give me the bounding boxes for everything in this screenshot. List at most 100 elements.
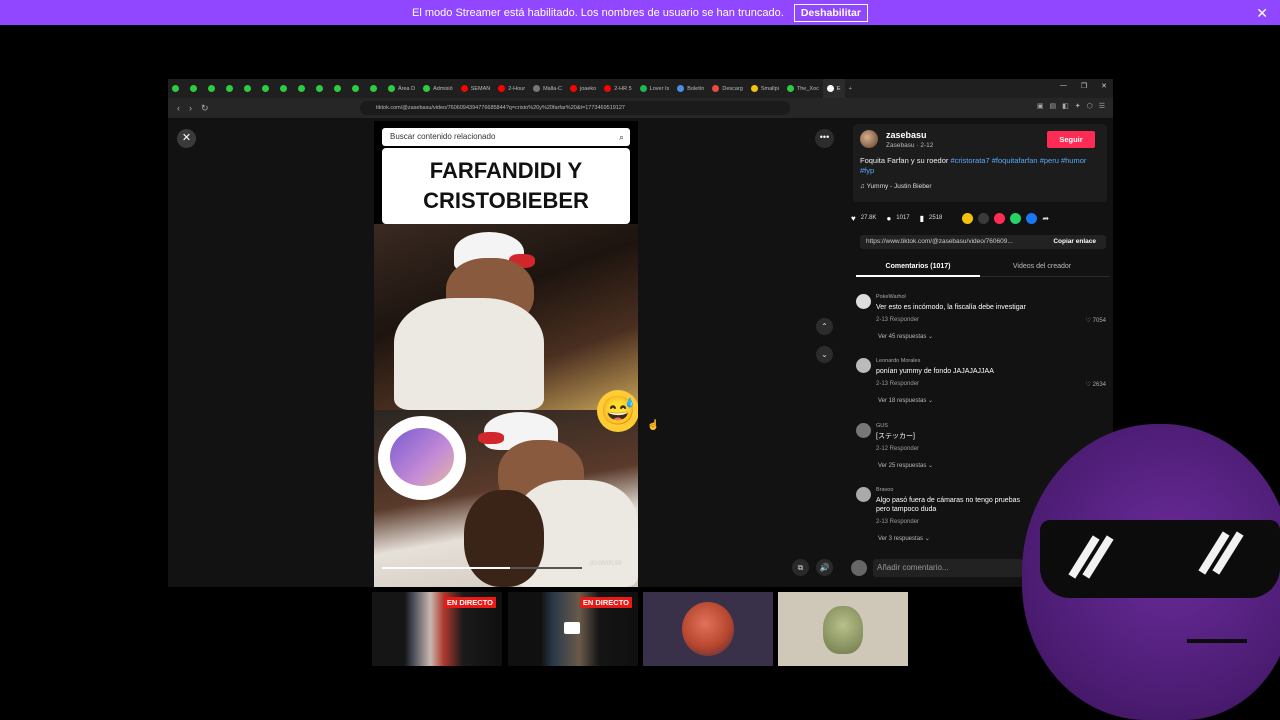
browser-tab[interactable] <box>168 79 186 98</box>
comment-avatar[interactable] <box>856 358 871 373</box>
tab-comments[interactable]: Comentarios (1017) <box>856 258 980 277</box>
save-action[interactable]: ▮ 2518 <box>920 214 943 223</box>
comment-likes[interactable]: ♡ 7054 <box>1086 317 1106 324</box>
browser-tab[interactable] <box>294 79 312 98</box>
reload-icon[interactable]: ↻ <box>201 103 209 114</box>
comment-user[interactable]: Bravoo <box>876 487 893 493</box>
new-tab-button[interactable]: + <box>845 79 856 98</box>
comment-likes[interactable]: ♡ 2634 <box>1086 381 1106 388</box>
browser-tab[interactable] <box>348 79 366 98</box>
browser-tab[interactable]: Malla-C <box>529 79 566 98</box>
browser-tab[interactable] <box>276 79 294 98</box>
stream-thumbnail-1[interactable]: EN DIRECTO <box>372 592 502 666</box>
follow-button[interactable]: Seguir <box>1047 131 1095 148</box>
share-arrow-icon[interactable]: ➦ <box>1042 214 1049 223</box>
share-option-icon[interactable] <box>994 212 1006 224</box>
share-option-icon[interactable] <box>962 212 974 224</box>
disable-streamer-mode-button[interactable]: Deshabilitar <box>793 3 868 22</box>
participant-avatar-2[interactable] <box>778 592 908 666</box>
view-replies[interactable]: Ver 18 respuestas ⌄ <box>878 397 933 404</box>
comment-user[interactable]: GUS <box>876 423 888 429</box>
music-label[interactable]: ♫ Yummy - Justin Bieber <box>860 183 932 190</box>
comment-user[interactable]: PokeWarhol <box>876 294 906 300</box>
tab-creator-videos[interactable]: Videos del creador <box>980 258 1104 275</box>
share-option-icon[interactable] <box>1026 212 1038 224</box>
browser-tab[interactable] <box>240 79 258 98</box>
extension-icon[interactable]: ▣ <box>1037 102 1044 110</box>
tab-favicon-icon <box>316 85 323 92</box>
participant-avatar-1[interactable] <box>643 592 773 666</box>
close-video-button[interactable]: ✕ <box>177 129 196 148</box>
volume-icon[interactable]: 🔊 <box>816 559 833 576</box>
creator-username[interactable]: zasebasu <box>886 130 927 140</box>
comment-avatar[interactable] <box>856 423 871 438</box>
shared-screen: Área D Admisió SEMAN 2-Hour Malla-C joaeko 2-H… <box>168 79 1113 587</box>
share-option-icon[interactable] <box>978 212 990 224</box>
browser-tab[interactable] <box>312 79 330 98</box>
view-replies[interactable]: Ver 25 respuestas ⌄ <box>878 462 933 469</box>
more-options-button[interactable]: ••• <box>815 129 834 148</box>
video-link-field[interactable]: https://www.tiktok.com/@zasebasu/video/7… <box>860 235 1106 249</box>
creator-avatar[interactable] <box>860 130 878 148</box>
stream-thumbnail-2[interactable]: EN DIRECTO <box>508 592 638 666</box>
video-player[interactable]: Buscar contenido relacionado ⌕ FARFANDID… <box>374 121 638 587</box>
video-description: Foquita Farfan y su roedor #cristorata7 … <box>860 156 1087 175</box>
comment-avatar[interactable] <box>856 294 871 309</box>
browser-tab[interactable]: The_Xoc <box>783 79 823 98</box>
video-progress-bar[interactable] <box>382 567 582 569</box>
tab-favicon-icon <box>570 85 578 92</box>
comment-meta[interactable]: 2-13 Responder <box>876 381 919 387</box>
related-search-input[interactable]: Buscar contenido relacionado ⌕ <box>382 128 630 146</box>
picture-in-picture-icon[interactable]: ⧉ <box>792 559 809 576</box>
browser-tab[interactable]: Lover Is <box>636 79 674 98</box>
comment-action[interactable]: ● 1017 <box>886 214 909 223</box>
back-icon[interactable]: ‹ <box>177 103 180 113</box>
next-video-button[interactable]: ⌄ <box>816 346 833 363</box>
previous-video-button[interactable]: ⌃ <box>816 318 833 335</box>
forward-icon[interactable]: › <box>189 103 192 113</box>
tab-favicon-icon <box>750 85 758 92</box>
browser-tab[interactable] <box>204 79 222 98</box>
close-banner-icon[interactable]: ✕ <box>1256 5 1268 22</box>
horse-avatar <box>682 602 734 656</box>
comment-avatar[interactable] <box>856 487 871 502</box>
tab-favicon-icon <box>388 85 395 92</box>
browser-tab[interactable] <box>258 79 276 98</box>
sidebar-icon[interactable]: ◧ <box>1062 102 1069 110</box>
browser-tab[interactable] <box>186 79 204 98</box>
browser-tab[interactable]: Admisió <box>419 79 457 98</box>
search-icon[interactable]: ⌕ <box>619 128 624 146</box>
copy-link-button[interactable]: Copiar enlace <box>1053 235 1096 249</box>
comment-user[interactable]: Leonardo Morales <box>876 358 920 364</box>
browser-tab[interactable] <box>366 79 384 98</box>
browser-tab[interactable]: SEMAN <box>457 79 495 98</box>
browser-tab[interactable]: 2-Hour <box>494 79 529 98</box>
comment-meta[interactable]: 2-13 Responder <box>876 317 919 323</box>
close-window-icon[interactable]: ✕ <box>1101 82 1107 90</box>
view-replies[interactable]: Ver 3 respuestas ⌄ <box>878 535 930 542</box>
browser-tab[interactable]: Área D <box>384 79 419 98</box>
browser-tab[interactable] <box>330 79 348 98</box>
browser-tab[interactable]: Smallpi <box>747 79 783 98</box>
url-field[interactable]: tiktok.com/@zasebasu/video/7606094394776… <box>360 101 790 115</box>
comment-meta[interactable]: 2-12 Responder <box>876 446 919 452</box>
reader-icon[interactable]: ▤ <box>1049 102 1056 110</box>
restore-icon[interactable]: ❐ <box>1081 82 1087 90</box>
browser-tab[interactable]: joaeko <box>566 79 600 98</box>
tab-favicon-icon <box>280 85 287 92</box>
browser-tab[interactable] <box>222 79 240 98</box>
tab-favicon-icon <box>498 85 506 92</box>
view-replies[interactable]: Ver 45 respuestas ⌄ <box>878 333 933 340</box>
like-action[interactable]: ♥ 27.8K <box>851 214 876 223</box>
browser-tab[interactable]: 2-HR 5 <box>600 79 635 98</box>
menu-icon[interactable]: ☰ <box>1099 102 1105 110</box>
share-option-icon[interactable] <box>1010 212 1022 224</box>
browser-tab[interactable]: E <box>822 79 845 98</box>
browser-tab[interactable]: Descarg <box>708 79 746 98</box>
browser-tab[interactable]: Boletín <box>673 79 708 98</box>
comment-meta[interactable]: 2-13 Responder <box>876 519 919 525</box>
minimize-icon[interactable]: — <box>1060 82 1067 90</box>
puzzle-icon[interactable]: ✦ <box>1075 102 1081 110</box>
comment-item: PokeWarhol Ver esto es incómodo, la fisc… <box>856 294 1112 354</box>
shield-icon[interactable]: ⬡ <box>1087 102 1093 110</box>
